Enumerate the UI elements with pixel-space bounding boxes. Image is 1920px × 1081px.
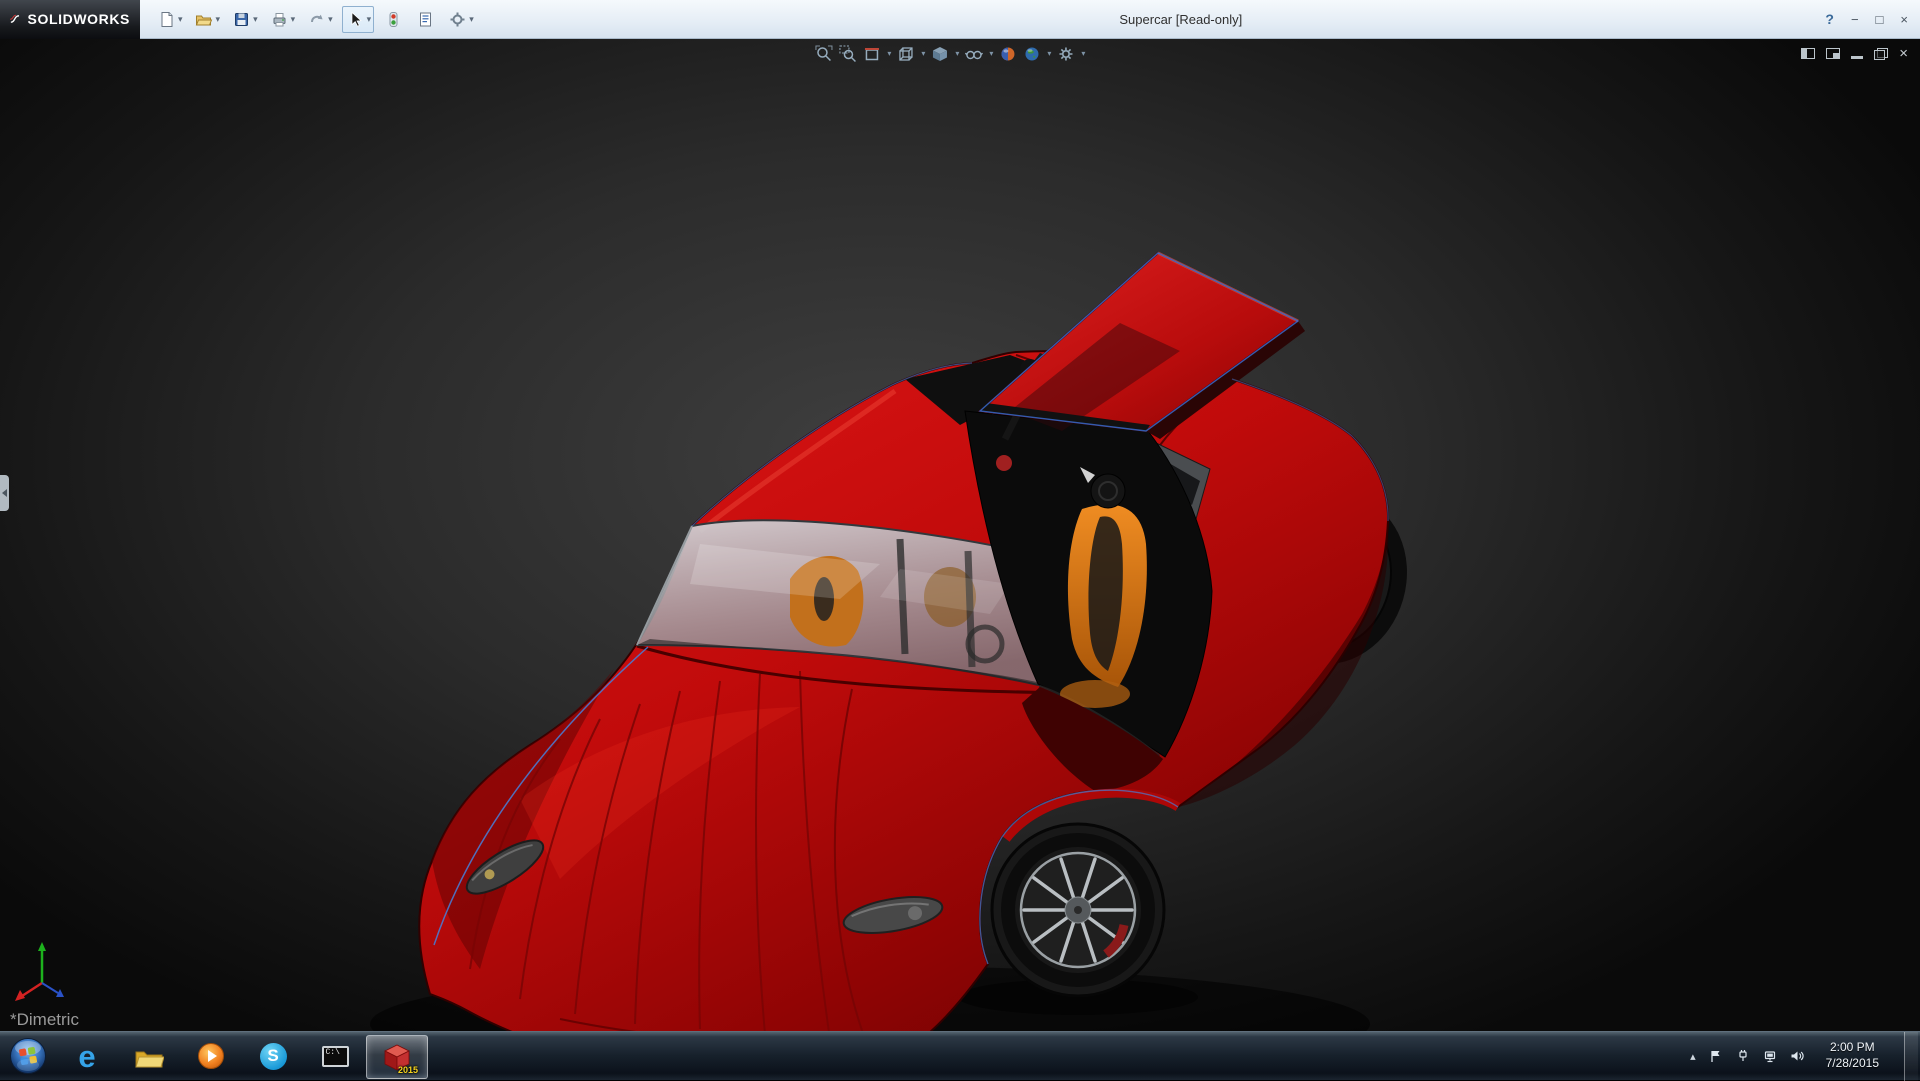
taskbar-skype[interactable]: S <box>242 1032 304 1080</box>
network-icon[interactable] <box>1763 1049 1777 1063</box>
zoom-to-fit-icon[interactable] <box>814 44 834 64</box>
open-button[interactable] <box>194 9 215 30</box>
volume-icon[interactable] <box>1790 1049 1805 1063</box>
taskbar-command-prompt[interactable]: C:\ <box>304 1032 366 1080</box>
apply-scene-icon[interactable] <box>1022 44 1042 64</box>
viewport-restore-button[interactable] <box>1874 48 1888 60</box>
command-prompt-icon: C:\ <box>322 1046 349 1067</box>
dropdown-caret[interactable]: ▾ <box>1081 50 1085 58</box>
media-player-icon <box>197 1042 225 1070</box>
clock-date: 7/28/2015 <box>1826 1056 1879 1072</box>
show-hidden-icons-chevron[interactable]: ▴ <box>1690 1050 1696 1063</box>
orientation-triad <box>12 938 76 1006</box>
folder-icon <box>134 1044 164 1068</box>
taskbar-clock[interactable]: 2:00 PM 7/28/2015 <box>1818 1040 1887 1071</box>
headrest <box>1091 474 1125 508</box>
taskbar-internet-explorer[interactable]: e <box>56 1032 118 1080</box>
dropdown-caret[interactable]: ▾ <box>955 50 959 58</box>
dropdown-caret[interactable]: ▾ <box>989 50 993 58</box>
viewport-split-icon[interactable] <box>1801 48 1815 59</box>
select-cursor-button[interactable] <box>345 9 366 30</box>
view-orientation-label: *Dimetric <box>10 1010 79 1030</box>
save-button[interactable] <box>231 9 252 30</box>
dropdown-caret[interactable]: ▾ <box>291 15 296 24</box>
app-titlebar: SOLIDWORKS ▾ ▾ ▾ ▾ ▾ <box>0 0 1920 39</box>
edit-appearance-icon[interactable] <box>998 44 1018 64</box>
view-orientation-icon[interactable] <box>896 44 916 64</box>
dropdown-caret[interactable]: ▾ <box>887 50 891 58</box>
show-desktop-button[interactable] <box>1904 1032 1918 1081</box>
undo-button[interactable] <box>306 9 327 30</box>
solidworks-version-badge: 2015 <box>398 1065 418 1075</box>
solidworks-logo: SOLIDWORKS <box>0 0 140 39</box>
standard-toolbar: ▾ ▾ ▾ ▾ ▾ ▾ <box>154 6 483 33</box>
dropdown-caret[interactable]: ▾ <box>328 15 333 24</box>
window-title: Supercar [Read-only] <box>1119 12 1242 27</box>
windows-taskbar: e S C:\ 2015 <box>0 1031 1920 1080</box>
system-tray: ▴ 2:00 PM 7/28/2015 <box>1690 1032 1920 1081</box>
viewport-minimize-button[interactable] <box>1851 56 1863 59</box>
internet-explorer-icon: e <box>78 1041 95 1072</box>
select-tool-group: ▾ <box>342 6 375 33</box>
hide-show-items-icon[interactable] <box>964 44 984 64</box>
print-button[interactable] <box>269 9 290 30</box>
options-button[interactable] <box>447 9 468 30</box>
minimize-button[interactable]: − <box>1851 13 1859 26</box>
taskbar-solidworks-active[interactable]: 2015 <box>366 1035 428 1079</box>
close-button[interactable]: × <box>1900 13 1908 26</box>
rebuild-button[interactable] <box>383 9 404 30</box>
featuremanager-flyout-tab[interactable] <box>0 475 9 511</box>
power-plug-icon[interactable] <box>1736 1049 1750 1063</box>
taskbar-windows-explorer[interactable] <box>118 1032 180 1080</box>
taskbar-media-player[interactable] <box>180 1032 242 1080</box>
window-controls: ? − □ × <box>1825 11 1920 27</box>
brand-label: SOLIDWORKS <box>28 11 130 27</box>
display-style-icon[interactable] <box>930 44 950 64</box>
file-properties-button[interactable] <box>415 9 436 30</box>
dropdown-caret[interactable]: ▾ <box>216 15 221 24</box>
start-button[interactable] <box>0 1032 56 1081</box>
new-document-button[interactable] <box>156 9 177 30</box>
graphics-area[interactable] <box>0 39 1920 1031</box>
skype-icon: S <box>260 1043 287 1070</box>
heads-up-view-toolbar: ▾ ▾ ▾ ▾ <box>814 44 1086 64</box>
dropdown-caret[interactable]: ▾ <box>469 15 474 24</box>
view-settings-icon[interactable] <box>1056 44 1076 64</box>
dropdown-caret[interactable]: ▾ <box>1047 50 1051 58</box>
section-view-icon[interactable] <box>862 44 882 64</box>
windows-orb-icon <box>9 1037 47 1075</box>
solidworks-logo-icon <box>9 9 22 29</box>
zoom-to-area-icon[interactable] <box>838 44 858 64</box>
clock-time: 2:00 PM <box>1826 1040 1879 1056</box>
maximize-button[interactable]: □ <box>1876 13 1884 26</box>
graphics-viewport[interactable]: ▾ ▾ ▾ ▾ <box>0 39 1920 1031</box>
help-icon[interactable]: ? <box>1825 11 1834 27</box>
dropdown-caret[interactable]: ▾ <box>178 15 183 24</box>
viewport-pane-icon[interactable] <box>1826 48 1840 59</box>
dropdown-caret[interactable]: ▾ <box>921 50 925 58</box>
viewport-close-button[interactable]: × <box>1899 46 1908 61</box>
viewport-window-controls: × <box>1801 46 1908 61</box>
dropdown-caret[interactable]: ▾ <box>253 15 258 24</box>
action-center-flag-icon[interactable] <box>1709 1049 1723 1063</box>
dropdown-caret[interactable]: ▾ <box>367 15 372 24</box>
